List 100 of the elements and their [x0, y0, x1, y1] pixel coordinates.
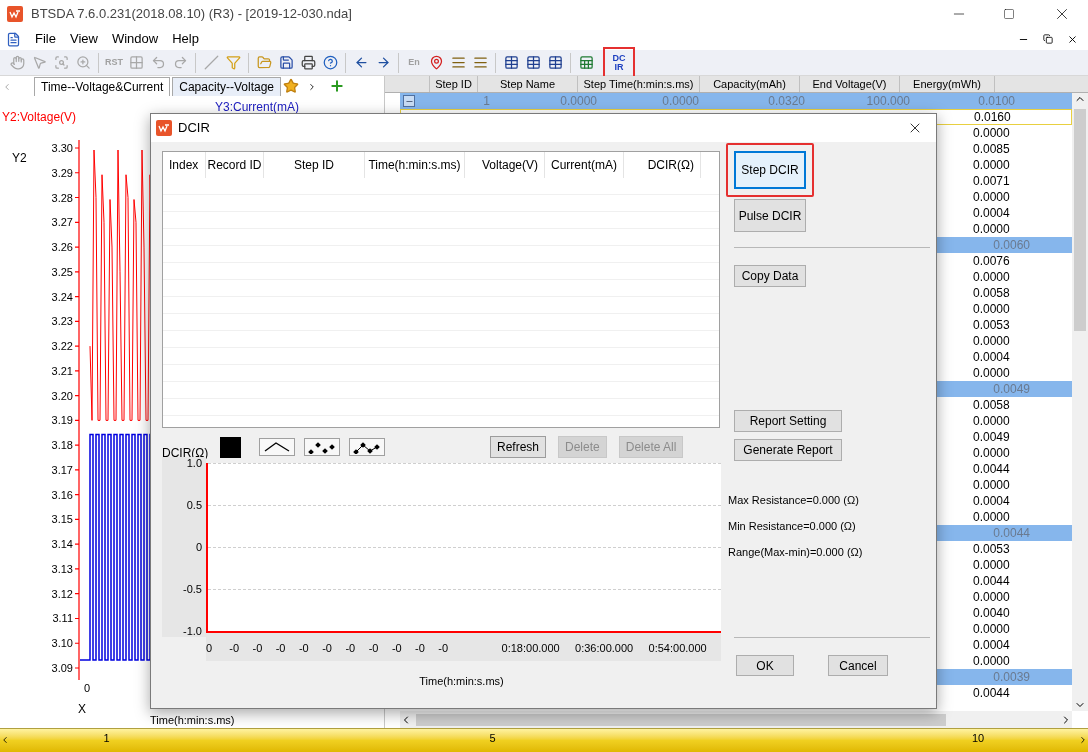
ok-button[interactable]: OK: [736, 655, 794, 676]
ruler[interactable]: 1 5 10: [0, 728, 1088, 752]
mdi-restore-icon[interactable]: [1043, 34, 1053, 44]
menu-item[interactable]: View: [69, 29, 98, 49]
menu-item[interactable]: File: [35, 29, 56, 49]
window-title: BTSDA 7.6.0.231(2018.08.10) (R3) - [2019-12-030.nda]: [31, 5, 353, 24]
stat-text: Max Resistance=0.000 (Ω): [728, 493, 860, 508]
app-icon: [7, 6, 23, 22]
y-tick-label: 3.21: [51, 364, 73, 377]
dialog-title: DCIR: [178, 119, 211, 138]
table-cell-text: 0.0000: [973, 445, 1011, 462]
x-tick-label: 0:36:00.000: [575, 641, 635, 656]
vertical-scrollbar[interactable]: [1072, 93, 1088, 711]
ruler-left-icon[interactable]: [0, 735, 10, 745]
column-header[interactable]: Step Time(h:min:s.ms): [578, 76, 700, 92]
x-tick-label: -0: [252, 641, 264, 656]
horizontal-scrollbar[interactable]: [400, 711, 1072, 728]
stat-text: Min Resistance=0.000 (Ω): [728, 519, 857, 534]
x-tick-label: -0: [345, 641, 357, 656]
table-cell-text: 0.0058: [973, 285, 1011, 302]
column-header[interactable]: Step Name: [478, 76, 578, 92]
add-icon[interactable]: [329, 78, 345, 94]
column-header[interactable]: Step ID: [430, 76, 478, 92]
cancel-button[interactable]: Cancel: [828, 655, 888, 676]
x-axis-label: X: [78, 701, 86, 718]
grid-column-header[interactable]: Index: [163, 152, 206, 178]
table-cell-text: 0.0004: [973, 637, 1011, 654]
y-tick-label: 3.17: [51, 463, 73, 476]
table-cell-text: 0.0000: [973, 221, 1011, 238]
y-tick-label: 3.10: [51, 637, 73, 650]
mode-button[interactable]: Pulse DCIR: [734, 199, 806, 232]
menu-item[interactable]: Help: [172, 29, 199, 49]
table-icon: [547, 55, 563, 70]
grid-column-header[interactable]: Current(mA): [545, 152, 624, 178]
x-tick-label: 0:54:00.000: [648, 641, 708, 656]
maximize-icon[interactable]: [1003, 8, 1015, 20]
chart-tab[interactable]: Time--Voltage&Current: [34, 77, 171, 96]
line-style-icon: [263, 440, 291, 454]
table-cell-text: 0.0000: [973, 477, 1011, 494]
ruler-label: 1: [103, 731, 110, 746]
group-cell-text: 0.0039: [992, 669, 1030, 686]
table-cell-text: 0.0000: [973, 301, 1011, 318]
y-tick-label: 3.27: [51, 216, 73, 229]
zoom-icon: [75, 55, 91, 70]
report-button[interactable]: Generate Report: [734, 439, 842, 461]
filter-icon: [225, 55, 241, 70]
y3-axis-title: Y3:Current(mA): [215, 99, 300, 116]
grid-column-header[interactable]: Step ID: [264, 152, 365, 178]
y-tick-label: 3.15: [51, 513, 73, 526]
grid-column-header[interactable]: DCIR(Ω): [624, 152, 701, 178]
ruler-label: 5: [489, 731, 496, 746]
table-cell-text: 0.0044: [973, 685, 1011, 702]
x-tick-label: -0: [275, 641, 287, 656]
x-axis-title: Time(h:min:s.ms): [150, 713, 235, 728]
collapse-icon[interactable]: [403, 95, 415, 107]
table-cell-text: 0.0160: [974, 109, 1012, 126]
y-tick-label: 1.0: [186, 457, 202, 469]
table-cell-text: 0.0049: [973, 429, 1011, 446]
lines-icon: [450, 55, 466, 70]
table-cell-text: 0.0000: [973, 557, 1011, 574]
star-icon[interactable]: [283, 78, 299, 94]
ruler-label: 10: [972, 731, 985, 746]
dialog-app-icon: [156, 120, 172, 136]
column-header[interactable]: Energy(mWh): [900, 76, 995, 92]
copy-data-button[interactable]: Copy Data: [734, 265, 806, 287]
chart-tab[interactable]: Capacity--Voltage: [172, 77, 281, 96]
pin-icon: [428, 55, 444, 70]
grid-icon: [128, 55, 144, 70]
table-cell-text: 0.0053: [973, 541, 1011, 558]
stat-text: Range(Max-min)=0.000 (Ω): [728, 545, 864, 560]
group-cell-text: 0.0100: [977, 93, 1015, 110]
y-tick-label: -0.5: [183, 583, 202, 595]
x-tick-label: -0: [298, 641, 310, 656]
group-cell-text: 0.0000: [661, 93, 699, 110]
x-tick-label: -0: [391, 641, 403, 656]
table-icon: [525, 55, 541, 70]
report-button[interactable]: Report Setting: [734, 410, 842, 432]
grid-column-header[interactable]: Voltage(V): [465, 152, 545, 178]
action-button[interactable]: Refresh: [490, 436, 547, 458]
tab-scroll-right-icon[interactable]: [307, 82, 317, 92]
arrow-right-icon: [375, 55, 391, 70]
chart-axis-label: DCIR(Ω): [162, 445, 210, 460]
line-style-button[interactable]: [259, 438, 295, 456]
color-swatch[interactable]: [220, 436, 241, 458]
table-cell-text: 0.0000: [973, 365, 1011, 382]
mdi-close-icon[interactable]: [1067, 33, 1078, 45]
menu-item[interactable]: Window: [111, 29, 159, 49]
toolbar-button[interactable]: DC IR: [608, 51, 630, 74]
grid-column-header[interactable]: Time(h:min:s.ms): [365, 152, 465, 178]
ruler-right-icon[interactable]: [1078, 735, 1088, 745]
x-tick-label: -0: [438, 641, 450, 656]
column-header[interactable]: Capacity(mAh): [700, 76, 800, 92]
line-style-button[interactable]: [349, 438, 385, 456]
line-style-button[interactable]: [304, 438, 340, 456]
y-tick-label: 3.28: [51, 191, 73, 204]
group-cell-text: 1: [482, 93, 490, 110]
mode-button[interactable]: Step DCIR: [734, 151, 806, 189]
table-cell-text: 0.0000: [973, 157, 1011, 174]
grid-column-header[interactable]: Record ID: [206, 152, 264, 178]
column-header[interactable]: End Voltage(V): [800, 76, 900, 92]
